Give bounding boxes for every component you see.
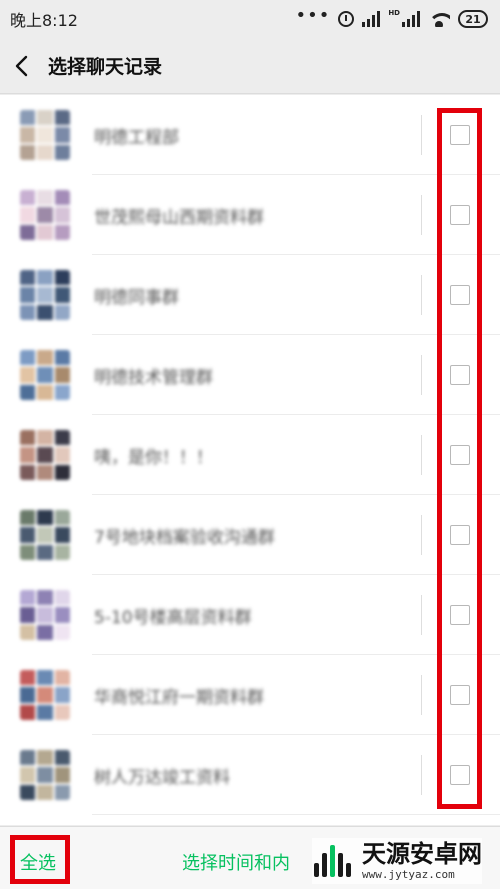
chat-row[interactable]: 华商悦江府一期资料群 — [0, 655, 500, 735]
chat-row[interactable]: 7号地块档案验收沟通群 — [0, 495, 500, 575]
watermark-text: 天源安卓网 — [362, 839, 482, 868]
group-avatar — [20, 190, 70, 240]
chat-name: 咦，是你！！！ — [94, 448, 213, 468]
chat-row[interactable]: 5-10号楼高层资料群 — [0, 575, 500, 655]
cell-signal-2-icon — [402, 11, 420, 27]
chat-name: 5-10号楼高层资料群 — [94, 608, 252, 628]
alarm-icon — [338, 11, 355, 27]
page-title: 选择聊天记录 — [48, 56, 163, 78]
group-avatar — [20, 590, 70, 640]
watermark-logo-icon — [312, 841, 358, 881]
watermark: 天源安卓网 www.jytyaz.com — [312, 838, 482, 884]
chat-checkbox[interactable] — [450, 365, 470, 385]
select-all-button[interactable]: 全选 — [20, 849, 56, 875]
chat-name: 明德技术管理群 — [94, 368, 213, 388]
wifi-icon — [428, 11, 450, 27]
chat-name: 明德工程部 — [94, 128, 179, 148]
chat-checkbox[interactable] — [450, 525, 470, 545]
row-divider — [421, 595, 422, 635]
group-avatar — [20, 430, 70, 480]
status-icons: ••• HD 21 — [295, 5, 488, 28]
group-avatar — [20, 750, 70, 800]
group-avatar — [20, 270, 70, 320]
select-by-time-button[interactable]: 选择时间和内 — [182, 849, 290, 875]
chat-checkbox[interactable] — [450, 685, 470, 705]
more-dots-icon: ••• — [295, 5, 331, 26]
header: 选择聊天记录 — [0, 38, 500, 94]
row-divider — [421, 675, 422, 715]
battery-icon: 21 — [458, 10, 488, 28]
chat-checkbox[interactable] — [450, 765, 470, 785]
chat-row[interactable]: 明德同事群 — [0, 255, 500, 335]
chat-name: 树人万达竣工资料 — [94, 768, 230, 788]
row-divider — [421, 515, 422, 555]
chat-row[interactable]: 咦，是你！！！ — [0, 415, 500, 495]
chat-name: 世茂熙母山西期资料群 — [94, 208, 264, 228]
chat-row[interactable]: 明德技术管理群 — [0, 335, 500, 415]
row-divider — [421, 755, 422, 795]
watermark-url: www.jytyaz.com — [362, 867, 455, 881]
chat-checkbox[interactable] — [450, 285, 470, 305]
group-avatar — [20, 670, 70, 720]
status-bar: 晚上8:12 ••• HD 21 — [0, 0, 500, 38]
chat-name: 明德同事群 — [94, 288, 179, 308]
row-divider — [421, 435, 422, 475]
chat-checkbox[interactable] — [450, 125, 470, 145]
chevron-left-icon[interactable] — [0, 38, 44, 94]
cell-signal-icon — [362, 11, 381, 27]
group-avatar — [20, 350, 70, 400]
chat-checkbox[interactable] — [450, 605, 470, 625]
chat-checkbox[interactable] — [450, 205, 470, 225]
group-avatar — [20, 110, 70, 160]
chat-row[interactable]: 世茂熙母山西期资料群 — [0, 175, 500, 255]
chat-name: 7号地块档案验收沟通群 — [94, 528, 275, 548]
row-divider — [421, 115, 422, 155]
chat-name: 华商悦江府一期资料群 — [94, 688, 264, 708]
hd-badge: HD — [388, 9, 400, 17]
row-divider — [421, 355, 422, 395]
chat-checkbox[interactable] — [450, 445, 470, 465]
chat-row[interactable]: 明德工程部 — [0, 95, 500, 175]
status-time: 晚上8:12 — [10, 11, 78, 30]
row-divider — [421, 195, 422, 235]
group-avatar — [20, 510, 70, 560]
chat-list: 明德工程部世茂熙母山西期资料群 明德同事群明德技术管理群 咦，是你！！！ 7号地块档案… — [0, 95, 500, 825]
row-divider — [421, 275, 422, 315]
chat-row[interactable]: 树人万达竣工资料 — [0, 735, 500, 815]
